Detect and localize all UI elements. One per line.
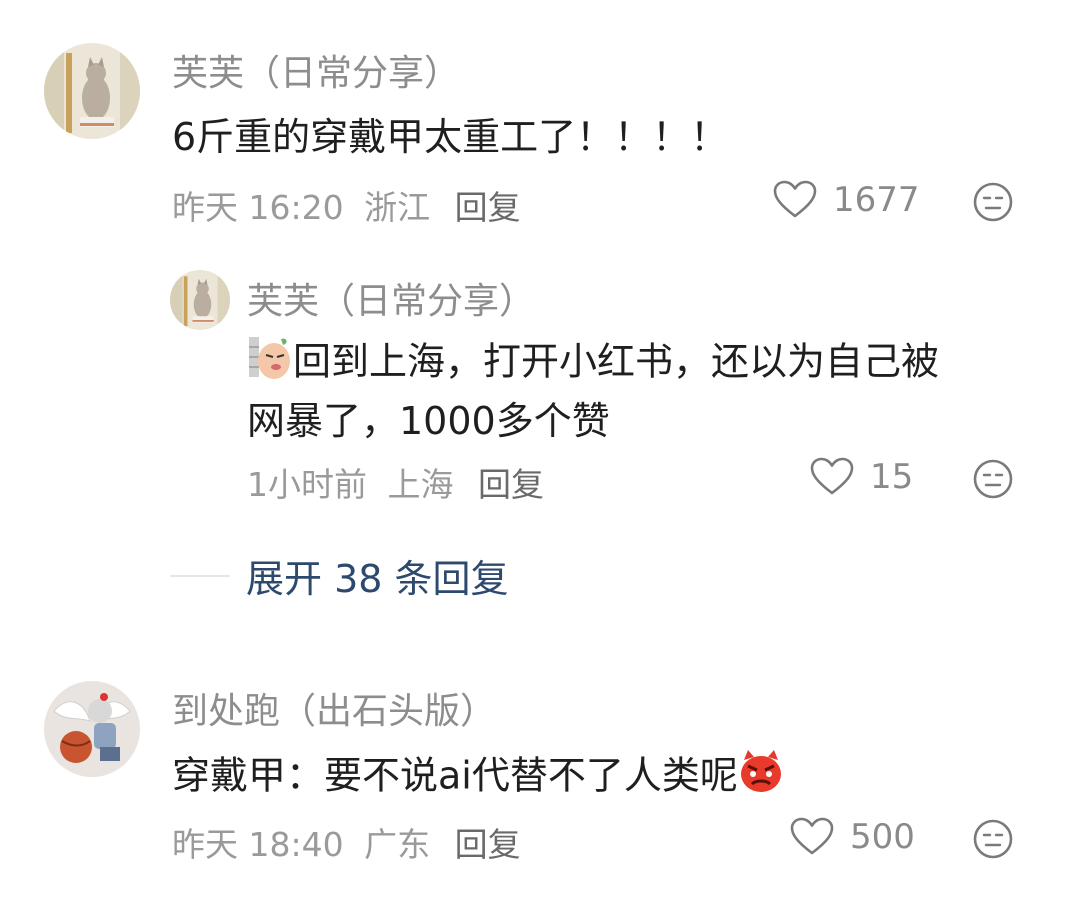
like-button[interactable]: 1677 xyxy=(773,180,920,220)
neutral-face-icon xyxy=(973,182,1013,222)
heart-icon xyxy=(773,180,817,218)
winged-figure-avatar-icon xyxy=(44,681,140,777)
comment-meta: 昨天 16:20 浙江 回复 xyxy=(172,181,521,229)
like-button[interactable]: 15 xyxy=(810,457,913,497)
comment-text: 穿戴甲：要不说ai代替不了人类呢 xyxy=(172,748,784,808)
avatar[interactable] xyxy=(44,43,140,139)
reply-text-line2: 网暴了，1000多个赞 xyxy=(247,399,610,444)
expand-replies-label: 展开 38 条回复 xyxy=(246,557,509,601)
comment-author[interactable]: 到处跑（出石头版） xyxy=(172,682,496,734)
heart-icon xyxy=(810,457,854,495)
reply-button[interactable]: 回复 xyxy=(478,465,544,504)
neutral-face-icon xyxy=(973,819,1013,859)
comment-text: 6斤重的穿戴甲太重工了！！！！ xyxy=(172,115,729,159)
cat-statue-avatar-icon xyxy=(170,270,230,330)
angry-red-face-emoji-icon xyxy=(738,748,784,808)
comment-date: 昨天 18:40 xyxy=(172,825,344,864)
cat-statue-avatar-icon xyxy=(44,43,140,139)
comment-location: 广东 xyxy=(364,825,431,864)
reply-button[interactable]: 回复 xyxy=(455,188,521,227)
comment-author[interactable]: 芙芙（日常分享） xyxy=(172,44,460,96)
like-count: 500 xyxy=(850,817,915,857)
reply-location: 上海 xyxy=(387,465,454,504)
reply-avatar[interactable] xyxy=(170,270,230,330)
like-count: 1677 xyxy=(833,180,920,220)
expand-replies-button[interactable]: 展开 38 条回复 xyxy=(170,548,509,603)
emoji-reaction-button[interactable] xyxy=(972,458,1014,504)
like-count: 15 xyxy=(870,457,914,497)
heart-icon xyxy=(790,817,834,855)
reply-meta: 1小时前 上海 回复 xyxy=(247,458,544,506)
avatar[interactable] xyxy=(44,681,140,777)
reply-button[interactable]: 回复 xyxy=(455,825,521,864)
reply-date: 1小时前 xyxy=(247,465,367,504)
comment-text-body: 穿戴甲：要不说ai代替不了人类呢 xyxy=(172,753,738,798)
neutral-face-icon xyxy=(973,459,1013,499)
emoji-reaction-button[interactable] xyxy=(972,181,1014,227)
comment-date: 昨天 16:20 xyxy=(172,188,344,227)
peeking-face-emoji-icon xyxy=(247,333,293,395)
reply-text-line1: 回到上海，打开小红书，还以为自己被 xyxy=(293,339,940,384)
divider xyxy=(170,574,230,577)
comment-location: 浙江 xyxy=(364,188,431,227)
comment-meta: 昨天 18:40 广东 回复 xyxy=(172,818,521,866)
like-button[interactable]: 500 xyxy=(790,817,915,857)
emoji-reaction-button[interactable] xyxy=(972,818,1014,864)
reply-author[interactable]: 芙芙（日常分享） xyxy=(247,272,535,324)
reply-text: 回到上海，打开小红书，还以为自己被 网暴了，1000多个赞 xyxy=(247,333,939,448)
